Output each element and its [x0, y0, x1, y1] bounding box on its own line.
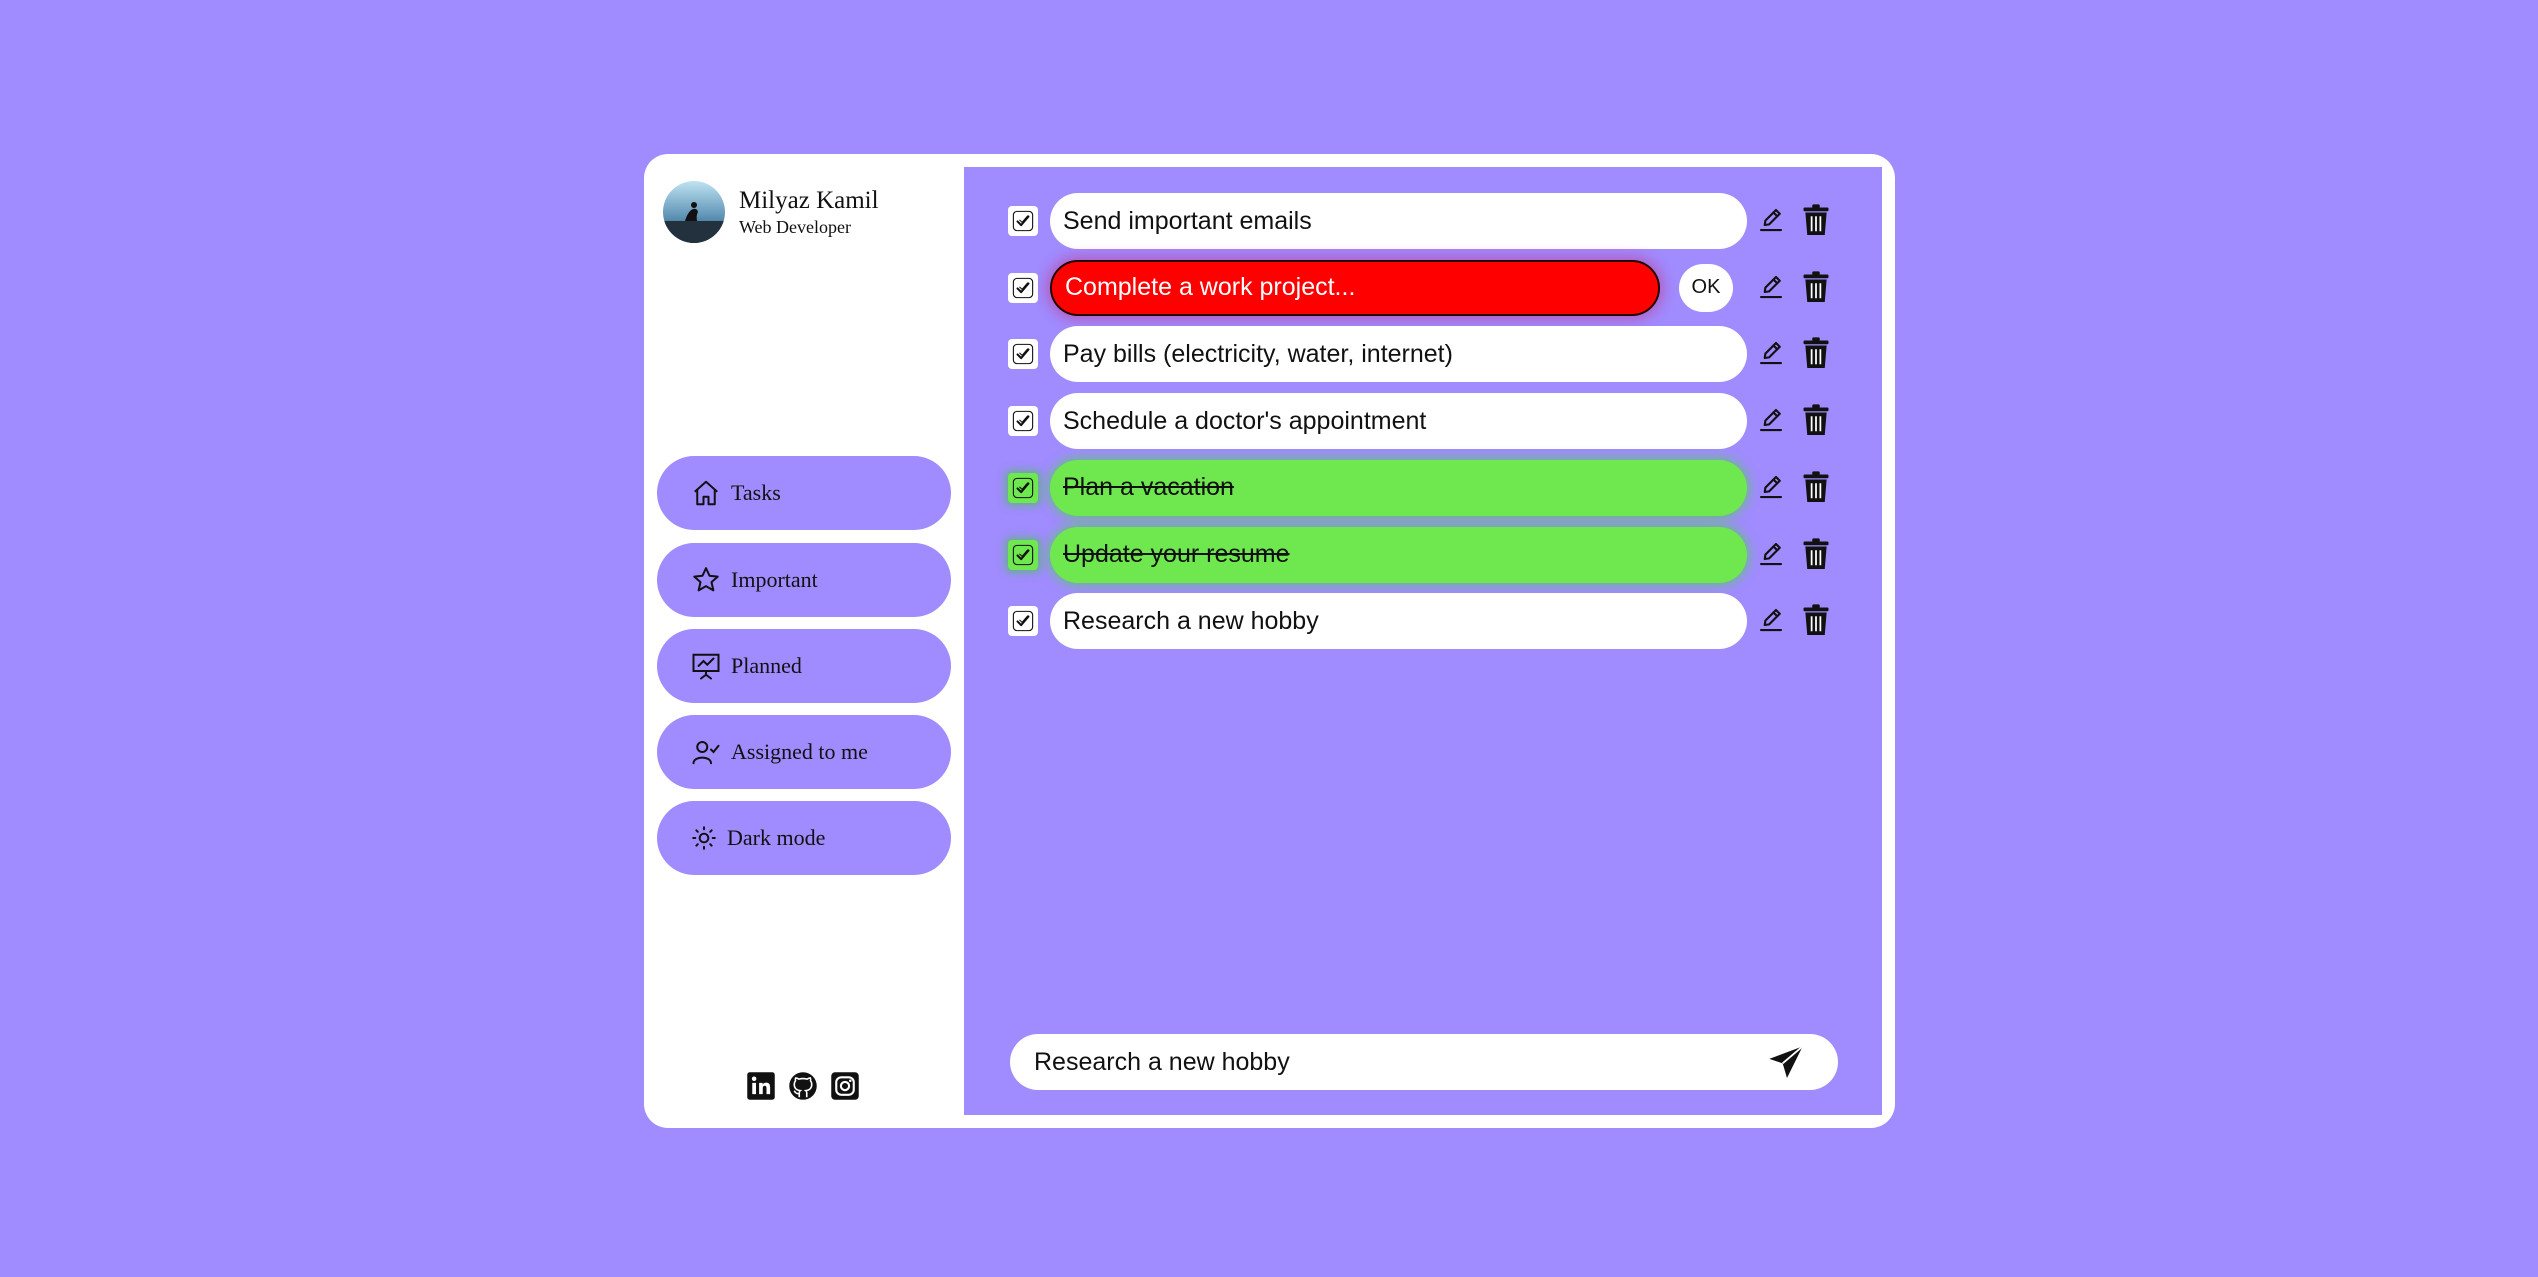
delete-icon[interactable]	[1801, 203, 1831, 242]
edit-icon[interactable]	[1756, 405, 1786, 440]
nav-important[interactable]: Important	[657, 543, 951, 617]
nav-label: Dark mode	[727, 825, 826, 850]
task-row: Update your resume	[964, 526, 1882, 583]
new-task-form	[1010, 1034, 1838, 1090]
task-checkbox[interactable]	[1008, 206, 1038, 236]
task-text: Send important emails	[1050, 193, 1747, 249]
profile: Milyaz Kamil Web Developer	[663, 181, 879, 243]
edit-icon[interactable]	[1756, 338, 1786, 373]
presentation-icon	[692, 653, 720, 680]
nav-label: Assigned to me	[731, 739, 868, 764]
check-icon	[1012, 611, 1034, 632]
task-panel: Send important emails Complete a work pro…	[964, 167, 1882, 1115]
nav-label: Planned	[731, 653, 802, 678]
check-icon	[1012, 344, 1034, 365]
social-links	[746, 1071, 860, 1101]
task-row: Pay bills (electricity, water, internet)	[964, 326, 1882, 383]
linkedin-icon[interactable]	[746, 1071, 776, 1101]
edit-icon[interactable]	[1756, 272, 1786, 307]
nav-tasks[interactable]: Tasks	[657, 456, 951, 530]
edit-icon[interactable]	[1756, 539, 1786, 574]
delete-icon[interactable]	[1801, 270, 1831, 309]
nav-dark-mode[interactable]: Dark mode	[657, 801, 951, 875]
avatar	[663, 181, 725, 243]
edit-icon[interactable]	[1756, 205, 1786, 240]
task-checkbox[interactable]	[1008, 606, 1038, 637]
nav-planned[interactable]: Planned	[657, 629, 951, 703]
delete-icon[interactable]	[1801, 336, 1831, 375]
sun-icon	[692, 826, 716, 850]
task-checkbox[interactable]	[1008, 539, 1038, 570]
edit-icon[interactable]	[1756, 472, 1786, 507]
delete-icon[interactable]	[1801, 470, 1831, 509]
task-row: Plan a vacation	[964, 459, 1882, 516]
task-checkbox[interactable]	[1008, 406, 1038, 437]
task-row: Send important emails	[964, 193, 1882, 249]
sidebar: Milyaz Kamil Web Developer Tasks Importa…	[644, 154, 962, 1128]
nav-assigned[interactable]: Assigned to me	[657, 715, 951, 789]
task-checkbox[interactable]	[1008, 272, 1038, 303]
task-row: Complete a work project... OK	[964, 259, 1882, 316]
task-checkbox[interactable]	[1008, 339, 1038, 370]
user-check-icon	[692, 741, 720, 765]
ok-button[interactable]: OK	[1679, 263, 1733, 312]
send-icon[interactable]	[1766, 1043, 1806, 1083]
star-icon	[693, 567, 719, 592]
nav-label: Important	[731, 567, 818, 592]
nav-label: Tasks	[731, 480, 781, 505]
new-task-input[interactable]	[1034, 1042, 1734, 1082]
check-icon	[1012, 210, 1034, 232]
profile-name: Milyaz Kamil	[739, 187, 879, 214]
instagram-icon[interactable]	[830, 1071, 860, 1101]
home-icon	[694, 480, 718, 506]
task-text: Research a new hobby	[1050, 593, 1747, 650]
edit-icon[interactable]	[1756, 605, 1786, 640]
delete-icon[interactable]	[1801, 603, 1831, 642]
delete-icon[interactable]	[1801, 403, 1831, 442]
task-text: Plan a vacation	[1050, 459, 1747, 516]
task-row: Research a new hobby	[964, 593, 1882, 650]
delete-icon[interactable]	[1801, 537, 1831, 576]
check-icon	[1012, 410, 1034, 432]
profile-role: Web Developer	[739, 217, 851, 237]
task-text: Pay bills (electricity, water, internet)	[1050, 326, 1747, 383]
task-text: Update your resume	[1050, 526, 1747, 583]
task-checkbox[interactable]	[1008, 472, 1038, 503]
github-icon[interactable]	[788, 1071, 818, 1101]
check-icon	[1012, 477, 1034, 498]
task-row: Schedule a doctor's appointment	[964, 393, 1882, 450]
check-icon	[1012, 544, 1034, 565]
check-icon	[1012, 277, 1034, 298]
task-edit-input[interactable]: Complete a work project...	[1050, 259, 1660, 316]
task-text: Schedule a doctor's appointment	[1050, 393, 1747, 450]
todo-app: Milyaz Kamil Web Developer Tasks Importa…	[644, 154, 1895, 1128]
